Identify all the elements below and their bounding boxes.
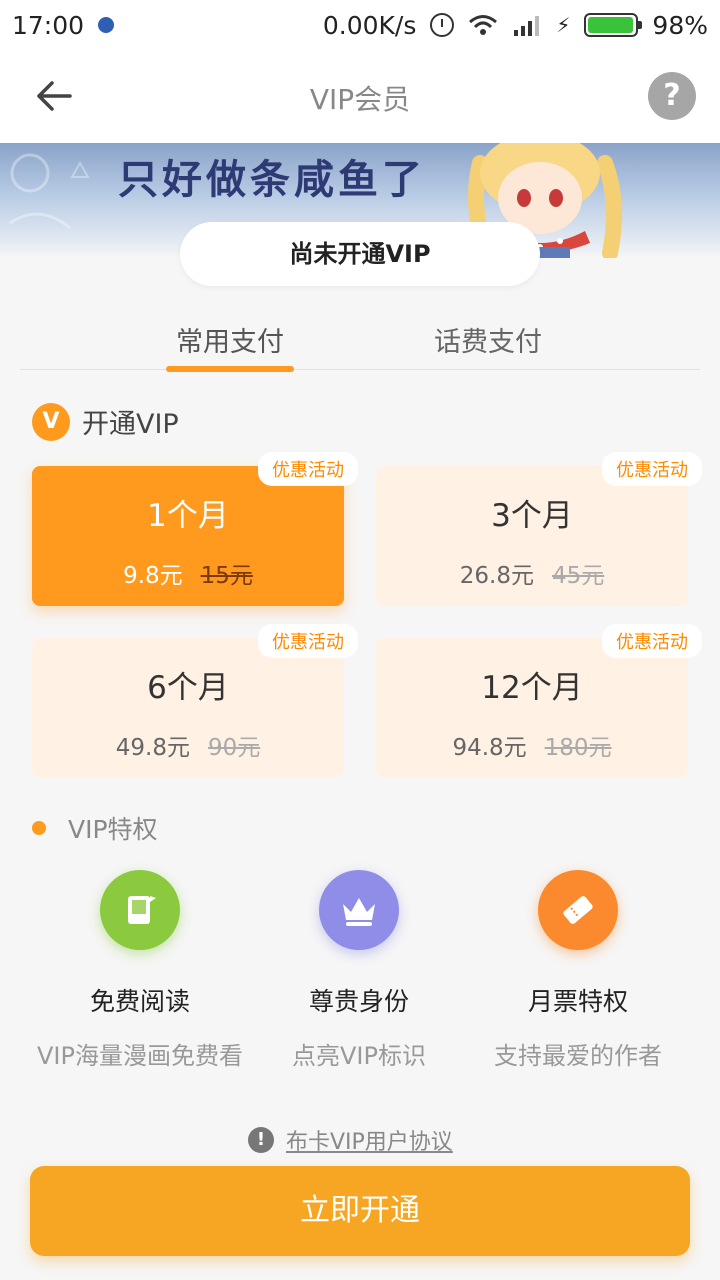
- plan-prices: 49.8元 90元: [32, 728, 344, 762]
- charging-icon: ⚡: [556, 13, 571, 37]
- plan-duration: 3个月: [491, 498, 573, 534]
- nav-bar: VIP会员 ?: [0, 50, 720, 143]
- status-time: 17:00: [12, 10, 85, 40]
- wifi-icon: [469, 15, 498, 35]
- open-vip-label: 开通VIP: [82, 409, 179, 440]
- activate-now-button[interactable]: 立即开通: [30, 1166, 690, 1256]
- agreement-text[interactable]: 布卡VIP用户协议: [286, 1124, 453, 1156]
- tab-phone-payment[interactable]: 话费支付: [434, 320, 542, 359]
- vip-privileges-label: VIP特权: [68, 815, 158, 844]
- vip-privileges-heading: VIP特权: [32, 810, 158, 846]
- payment-tabs: 常用支付 话费支付: [20, 306, 700, 372]
- network-speed: 0.00K/s: [322, 10, 417, 40]
- plan-price: 49.8元: [115, 735, 190, 761]
- plan-duration: 6个月: [147, 670, 229, 706]
- privilege-monthly-ticket: 月票特权 支持最爱的作者: [458, 870, 698, 1071]
- plan-prices: 26.8元 45元: [376, 556, 688, 590]
- plan-card-1-month[interactable]: 优惠活动 1个月 9.8元 15元: [32, 452, 358, 606]
- privilege-title: 尊贵身份: [308, 987, 409, 1016]
- privilege-description: 点亮VIP标识: [292, 1042, 426, 1070]
- alarm-icon: [430, 13, 455, 37]
- privilege-title: 月票特权: [527, 987, 628, 1016]
- promo-tag: 优惠活动: [602, 624, 702, 658]
- signal-icon: [514, 16, 540, 36]
- vip-v-icon: V: [32, 402, 70, 441]
- banner-text: 只好做条咸鱼了: [118, 157, 426, 203]
- help-button[interactable]: ?: [648, 72, 696, 120]
- book-icon: [100, 870, 180, 950]
- tab-indicator: [166, 366, 294, 372]
- plan-card-12-months[interactable]: 优惠活动 12个月 94.8元 180元: [376, 624, 702, 778]
- battery-percent: 98%: [652, 10, 708, 40]
- open-vip-heading: V 开通VIP: [32, 402, 179, 441]
- info-icon: !: [248, 1127, 274, 1153]
- plan-price: 26.8元: [459, 563, 534, 589]
- plan-original-price: 15元: [200, 563, 253, 589]
- plan-original-price: 180元: [544, 735, 612, 761]
- plan-original-price: 45元: [551, 563, 605, 589]
- status-bar: 17:00 0.00K/s ⚡ 98%: [0, 0, 720, 50]
- vip-status-badge: 尚未开通VIP: [180, 222, 540, 286]
- bullet-dot-icon: [32, 821, 46, 835]
- plan-prices: 94.8元 180元: [376, 728, 688, 762]
- privilege-description: 支持最爱的作者: [494, 1042, 662, 1070]
- plan-prices: 9.8元 15元: [32, 556, 344, 590]
- notification-icon: [98, 17, 115, 33]
- privilege-title: 免费阅读: [89, 987, 190, 1016]
- plan-duration: 12个月: [481, 670, 583, 706]
- doodle-pattern: [9, 153, 90, 230]
- plan-card-3-months[interactable]: 优惠活动 3个月 26.8元 45元: [376, 452, 702, 606]
- plan-price: 9.8元: [123, 563, 183, 589]
- promo-tag: 优惠活动: [258, 452, 358, 486]
- privilege-description: VIP海量漫画免费看: [37, 1042, 243, 1070]
- tab-common-payment[interactable]: 常用支付: [176, 320, 284, 359]
- page-title: VIP会员: [309, 83, 411, 116]
- plan-price: 94.8元: [452, 735, 527, 761]
- plan-duration: 1个月: [147, 498, 229, 534]
- battery-icon: [584, 13, 643, 37]
- promo-tag: 优惠活动: [258, 624, 358, 658]
- privilege-free-reading: 免费阅读 VIP海量漫画免费看: [20, 870, 260, 1071]
- privilege-noble-identity: 尊贵身份 点亮VIP标识: [239, 870, 479, 1071]
- promo-tag: 优惠活动: [602, 452, 702, 486]
- crown-icon: [319, 870, 399, 950]
- plan-card-6-months[interactable]: 优惠活动 6个月 49.8元 90元: [32, 624, 358, 778]
- user-agreement-link[interactable]: ! 布卡VIP用户协议: [248, 1124, 453, 1156]
- plan-original-price: 90元: [207, 735, 261, 761]
- ticket-icon: [538, 870, 618, 950]
